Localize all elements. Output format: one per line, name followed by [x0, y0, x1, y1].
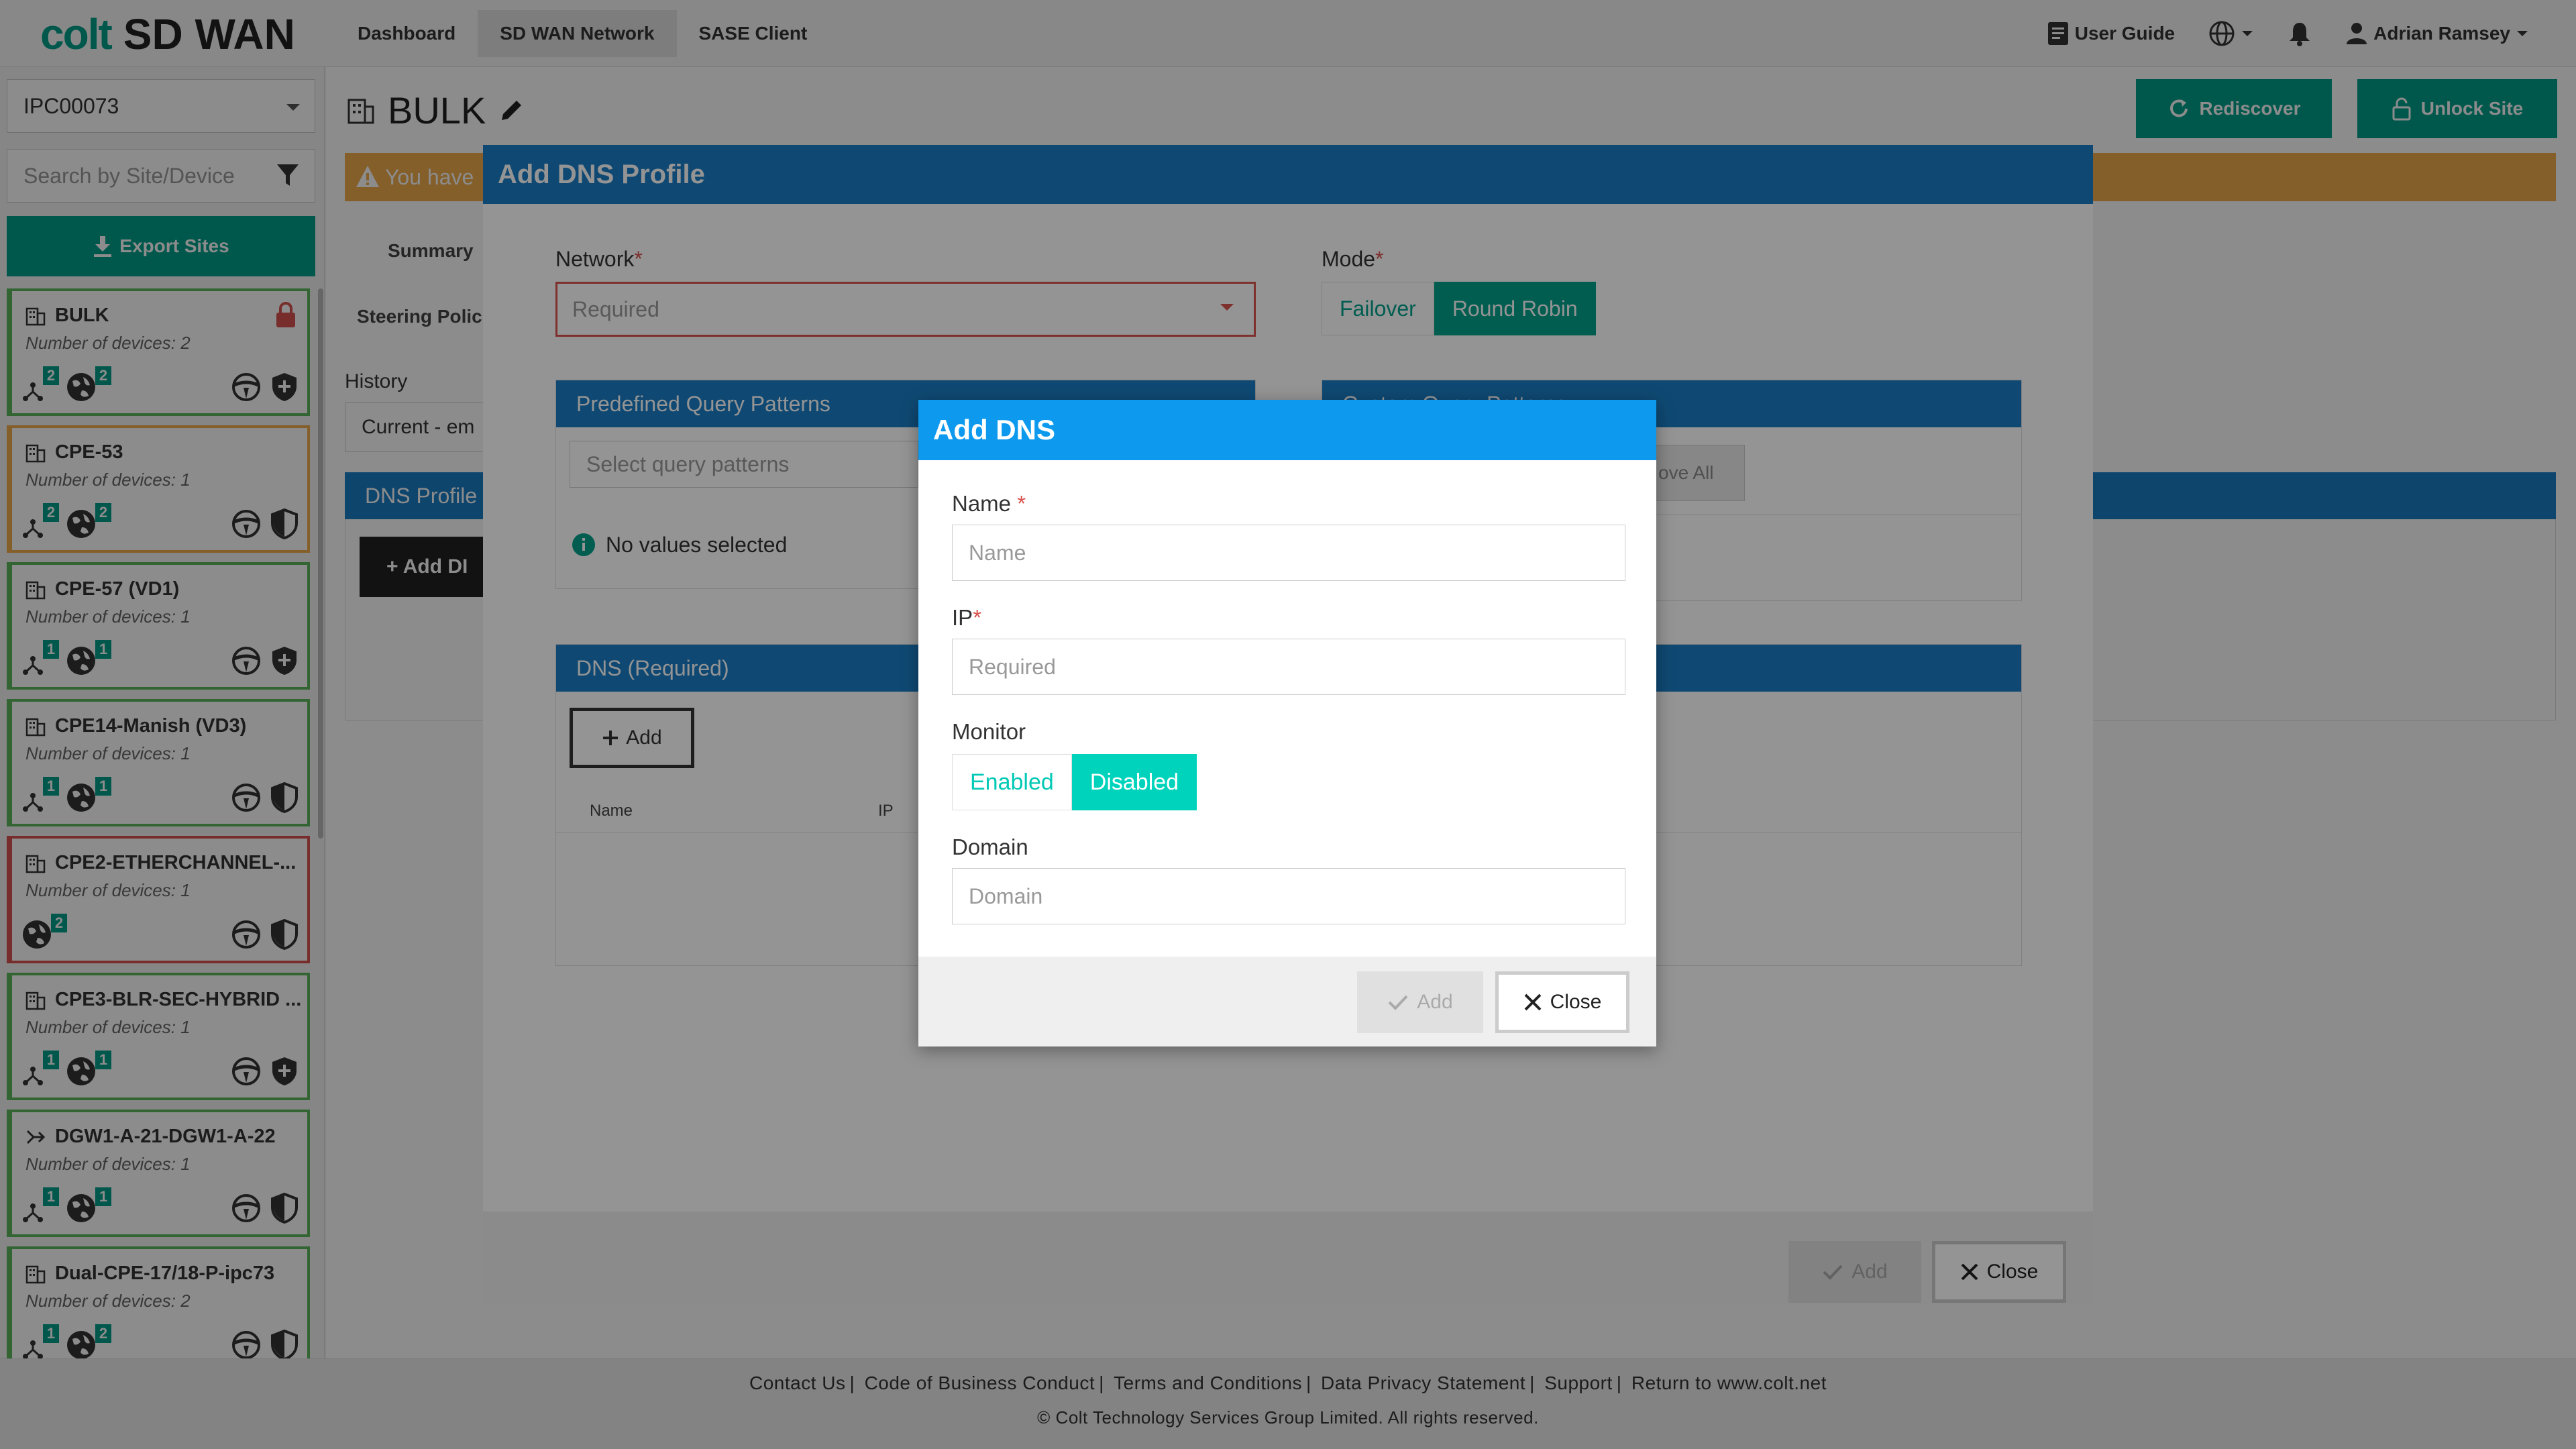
dns-add-button[interactable]: Add [1357, 971, 1483, 1033]
close-icon [1524, 994, 1542, 1011]
dns-add-label: Add [1417, 991, 1453, 1013]
add-dns-title: Add DNS [918, 400, 1656, 460]
add-dns-footer: Add Close [918, 957, 1656, 1046]
domain-input[interactable]: Domain [952, 868, 1625, 924]
name-label: Name * [952, 491, 1026, 516]
ip-input[interactable]: Required [952, 639, 1625, 695]
name-input[interactable]: Name [952, 525, 1625, 581]
add-dns-modal: Add DNS Name * Name IP* Required Monitor… [918, 400, 1656, 1046]
monitor-enabled[interactable]: Enabled [952, 754, 1072, 810]
check-icon [1388, 995, 1408, 1010]
domain-label: Domain [952, 835, 1028, 859]
monitor-toggle: Enabled Disabled [952, 754, 1197, 810]
dns-close-button[interactable]: Close [1495, 971, 1629, 1033]
monitor-disabled[interactable]: Disabled [1071, 754, 1197, 810]
dns-close-label: Close [1550, 991, 1602, 1013]
ip-label: IP* [952, 605, 982, 630]
monitor-label: Monitor [952, 719, 1026, 744]
